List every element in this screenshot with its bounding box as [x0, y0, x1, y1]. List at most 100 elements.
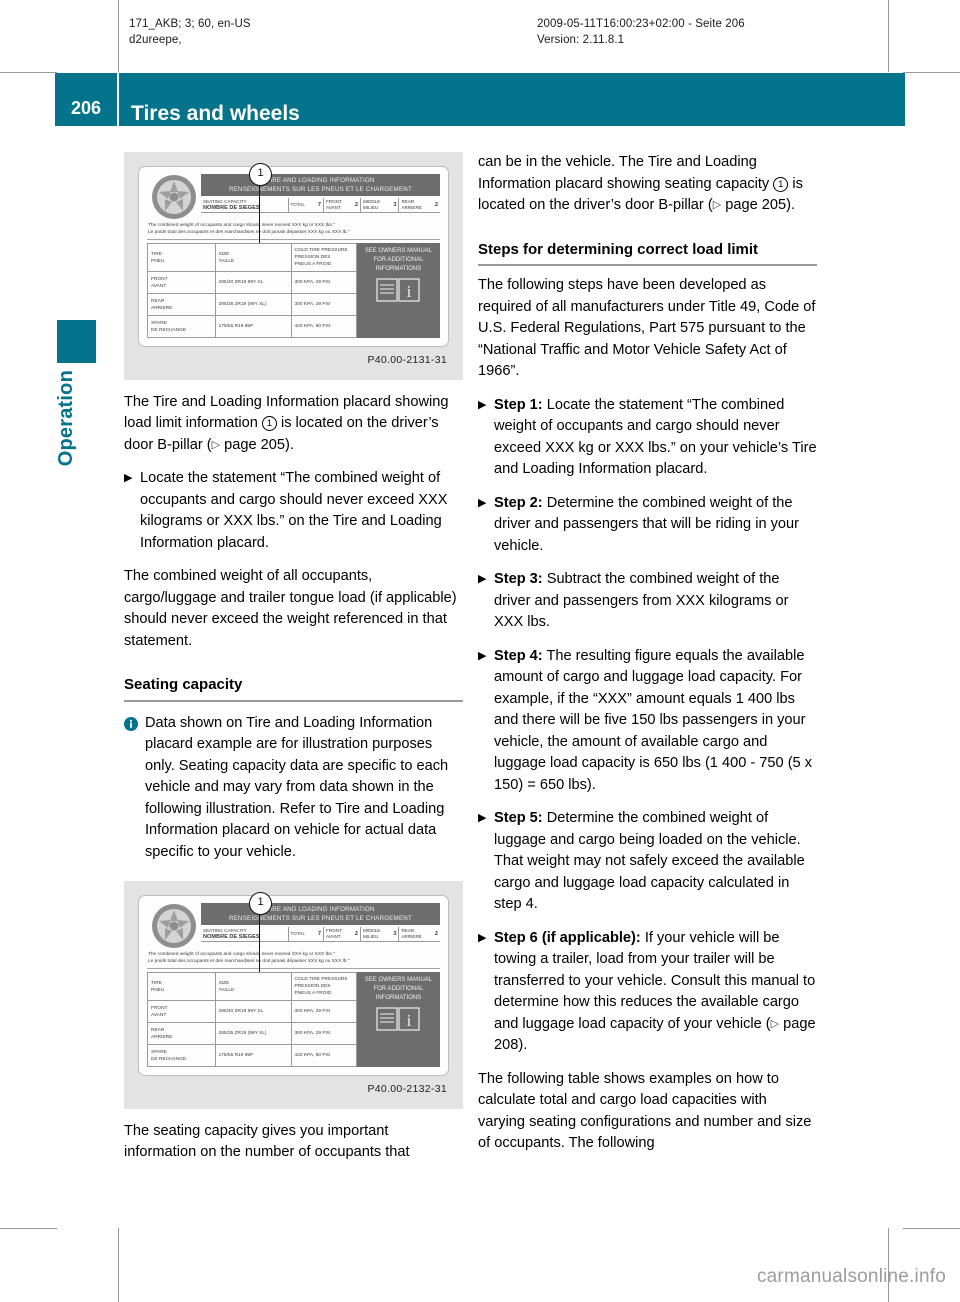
placard-banner-1: TIRE AND LOADING INFORMATION RENSEIGNEME… — [201, 174, 440, 196]
crop-mark-right-upper — [903, 72, 960, 73]
seating-capacity-label: SEATING CAPACITY NOMBRE DE SIEGES — [201, 927, 288, 941]
right-subheading: Steps for determining correct load limit — [478, 240, 759, 258]
seat-cell-total: TOTAL 7 — [287, 198, 324, 212]
left-bullet-item-1: ▶ Locate the statement “The combined wei… — [124, 468, 463, 554]
seat-cell-middle: MIDDLE MILIEU 3 — [359, 927, 398, 941]
step-item-1-text: Step 1: Locate the statement “The combin… — [494, 396, 817, 478]
step-label: Step 5: — [494, 810, 543, 826]
seating-capacity-label: SEATING CAPACITY NOMBRE DE SIEGES — [201, 198, 288, 212]
step-label: Step 6 (if applicable): — [494, 929, 641, 946]
placard-owners-manual-note-1: SEE OWNERS MANUAL FOR ADDITIONAL INFORMA… — [356, 243, 440, 338]
right-subheading-rule — [478, 264, 817, 266]
info-icon — [124, 713, 145, 864]
bullet-arrow-icon: ▶ — [478, 496, 487, 509]
left-subheading-rule — [124, 699, 463, 702]
callout-leader-line-2 — [259, 912, 260, 972]
placard-statement-fr: Le poids total des occupants et des marc… — [148, 230, 350, 235]
placard-statement-fr: Le poids total des occupants et des marc… — [148, 959, 350, 964]
right-paragraph-1: can be in the vehicle. The Tire and Load… — [478, 154, 803, 213]
seat-cell-front: FRONT AVANT 2 — [323, 198, 360, 212]
placard-banner-line-fr: RENSEIGNEMENTS SUR LES PNEUS ET LE CHARG… — [229, 915, 412, 922]
step-item-4-text: Step 4: The resulting figure equals the … — [494, 647, 813, 793]
step-item-3-text: Step 3: Subtract the combined weight of … — [494, 571, 789, 630]
document-meta-right: 2009-05-11T16:00:23+02:00 - Seite 206 Ve… — [537, 18, 745, 46]
crop-mark-right-lower — [903, 1228, 960, 1229]
table-row: TIRE PNEU SIZE TAILLE COLD TIRE PRESSURE… — [148, 244, 357, 272]
bullet-arrow-icon: ▶ — [478, 398, 487, 411]
crop-mark-top-right — [888, 0, 889, 72]
bullet-arrow-icon: ▶ — [478, 573, 487, 585]
seating-label-en: SEATING CAPACITY — [203, 199, 247, 204]
seat-cell-rear: REAR ARRIERE 2 — [398, 198, 440, 212]
cross-reference-icon: ▷ — [211, 438, 221, 451]
seat-cell-front: FRONT AVANT 2 — [323, 927, 360, 941]
wheel-icon — [147, 174, 201, 220]
left-paragraph-1: The Tire and Loading Information placard… — [124, 393, 449, 453]
svg-text:i: i — [407, 1011, 412, 1030]
placard-banner-line-en: TIRE AND LOADING INFORMATION — [266, 906, 375, 913]
cross-reference-icon: ▷ — [712, 199, 722, 211]
bullet-arrow-icon: ▶ — [478, 649, 487, 662]
bullet-arrow-icon: ▶ — [478, 931, 487, 944]
placard-tire-table-1: TIRE PNEU SIZE TAILLE COLD TIRE PRESSURE… — [147, 243, 440, 338]
manual-book-icon: i — [376, 1006, 421, 1036]
placard-banner-line-fr: RENSEIGNEMENTS SUR LES PNEUS ET LE CHARG… — [229, 186, 412, 193]
left-paragraph-2: The combined weight of all occupants, ca… — [124, 568, 457, 649]
step-item-5: ▶ Step 5: Determine the combined weight … — [478, 808, 817, 916]
seat-cell-total: TOTAL 7 — [287, 927, 324, 941]
seating-label-fr: NOMBRE DE SIEGES — [203, 205, 260, 211]
step-label: Step 1: — [494, 396, 543, 413]
step-item-2-text: Step 2: Determine the combined weight of… — [494, 494, 800, 554]
crop-mark-left-lower — [0, 1228, 57, 1229]
table-header-pressure: COLD TIRE PRESSURE PRESSION DES PNEUS A … — [292, 973, 357, 1000]
step-label: Step 4: — [494, 647, 543, 664]
placard-seating-row-2: SEATING CAPACITY NOMBRE DE SIEGES TOTAL 7 … — [201, 925, 440, 942]
svg-text:i: i — [407, 282, 412, 301]
bullet-arrow-icon: ▶ — [124, 472, 133, 484]
placard-tire-table-2: TIRE PNEU SIZE TAILLE COLD TIRE PRESSURE… — [147, 972, 440, 1067]
table-row: SPARE DE RECHANGE 175/55 R19 95P 420 KPA… — [148, 316, 357, 337]
section-tab-marker — [57, 320, 96, 363]
crop-mark-top-left — [118, 0, 119, 72]
inline-callout-1: 1 — [261, 416, 277, 431]
crop-mark-left-upper — [0, 72, 57, 73]
page-number: 206 — [70, 98, 102, 118]
callout-leader-line-1 — [259, 183, 260, 243]
placard-illustration-1: TIRE AND LOADING INFORMATION RENSEIGNEME… — [138, 163, 449, 347]
table-header-pressure: COLD TIRE PRESSURE PRESSION DES PNEUS A … — [292, 244, 357, 271]
page-title: Tires and wheels — [131, 102, 300, 125]
figure-callout-1: 1 — [249, 163, 272, 186]
figure-tire-loading-placard-load-limit: TIRE AND LOADING INFORMATION RENSEIGNEME… — [124, 152, 463, 380]
wheel-icon — [147, 903, 201, 949]
table-row: REAR ARRIERE 285/35 ZR19 (99Y XL) 300 KP… — [148, 1023, 357, 1045]
table-header-tire: TIRE PNEU — [148, 973, 216, 1000]
placard-statement-1: The combined weight of occupants and car… — [147, 220, 440, 240]
figure-tire-loading-placard-seating: TIRE AND LOADING INFORMATION RENSEIGNEME… — [124, 881, 463, 1109]
placard-owners-manual-note-2: SEE OWNERS MANUAL FOR ADDITIONAL INFORMA… — [356, 972, 440, 1067]
table-row: REAR ARRIERE 285/35 ZR19 (99Y XL) 300 KP… — [148, 294, 357, 316]
placard-banner-line-en: TIRE AND LOADING INFORMATION — [266, 177, 375, 184]
placard-statement-en: The combined weight of occupants and car… — [148, 952, 335, 957]
placard-seating-row-1: SEATING CAPACITY NOMBRE DE SIEGES TOTAL 7 … — [201, 196, 440, 213]
table-row: FRONT AVANT 295/40 ZR19 99Y XL 300 KPA, … — [148, 1001, 357, 1023]
table-row: TIRE PNEU SIZE TAILLE COLD TIRE PRESSURE… — [148, 973, 357, 1001]
step-item-2: ▶ Step 2: Determine the combined weight … — [478, 493, 817, 558]
site-watermark: carmanualsonline.info — [756, 1266, 946, 1287]
crop-mark-bottom-left — [118, 1228, 119, 1302]
table-header-size: SIZE TAILLE — [216, 244, 292, 271]
step-item-5-text: Step 5: Determine the combined weight of… — [494, 810, 805, 912]
cross-reference-left-1: page 205). — [220, 436, 294, 453]
figure-caption-2: P40.00-2132-31 — [367, 1083, 447, 1095]
right-paragraph-2: The following steps have been developed … — [478, 277, 816, 379]
seat-cell-rear: REAR ARRIERE 2 — [398, 927, 440, 941]
table-row: SPARE DE RECHANGE 175/55 R19 95P 420 KPA… — [148, 1045, 357, 1066]
step-label: Step 2: — [494, 494, 543, 511]
table-header-size: SIZE TAILLE — [216, 973, 292, 1000]
bullet-arrow-icon: ▶ — [478, 812, 487, 824]
placard-illustration-2: TIRE AND LOADING INFORMATION RENSEIGNEME… — [138, 892, 449, 1076]
figure-caption-1: P40.00-2131-31 — [367, 354, 447, 366]
step-item-6: ▶ Step 6 (if applicable): If your vehicl… — [478, 928, 817, 1057]
step-item-1: ▶ Step 1: Locate the statement “The comb… — [478, 395, 817, 481]
left-column: TIRE AND LOADING INFORMATION RENSEIGNEME… — [124, 152, 463, 1164]
inline-callout-1: 1 — [773, 176, 789, 192]
